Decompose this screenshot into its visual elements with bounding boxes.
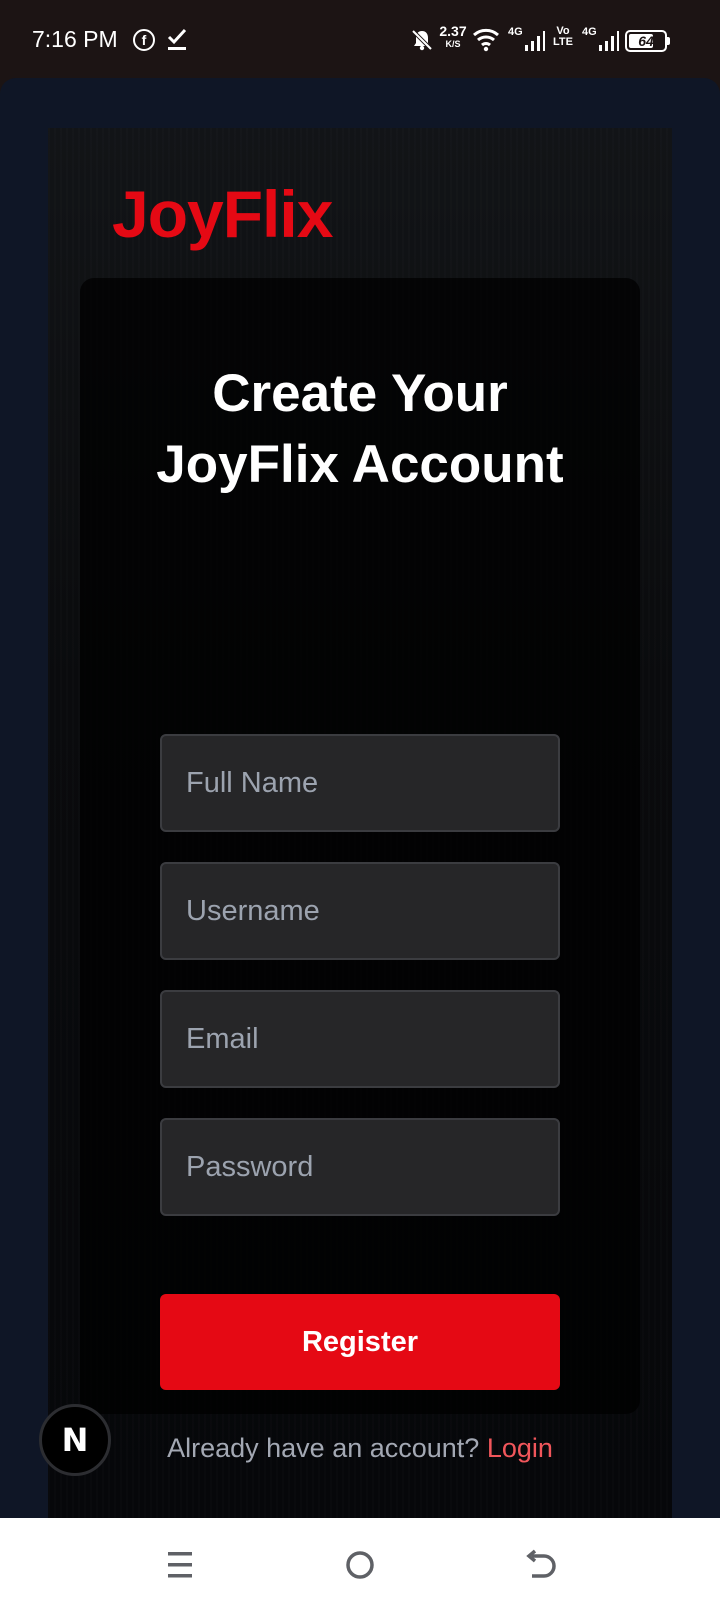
back-icon[interactable] <box>520 1548 560 1582</box>
wifi-icon <box>473 28 499 52</box>
signal1-label: 4G <box>508 26 523 38</box>
login-prompt-text: Already have an account? <box>167 1433 480 1463</box>
register-button[interactable]: Register <box>160 1294 560 1390</box>
status-time: 7:16 PM <box>32 26 118 52</box>
username-input[interactable] <box>160 862 560 960</box>
net-speed-unit: K/S <box>445 39 461 49</box>
home-icon[interactable] <box>340 1548 380 1582</box>
status-bar: 7:16 PM f 2.37 K/S 4G Vo LTE 4G 64 <box>0 0 720 80</box>
navigation-bar <box>0 1518 720 1612</box>
form-title: Create Your JoyFlix Account <box>156 364 564 494</box>
register-card: Create Your JoyFlix Account Register Alr… <box>80 278 640 1463</box>
notifications-off-icon <box>411 29 433 51</box>
dev-tools-badge[interactable]: N <box>39 1404 111 1476</box>
email-input[interactable] <box>160 990 560 1088</box>
login-link[interactable]: Login <box>487 1433 553 1463</box>
recent-apps-icon[interactable] <box>160 1548 200 1582</box>
password-input[interactable] <box>160 1118 560 1216</box>
task-check-icon <box>167 28 187 50</box>
volte-bottom: LTE <box>553 36 573 48</box>
net-speed-value: 2.37 <box>439 23 467 39</box>
battery-level: 64 <box>638 33 654 49</box>
battery-icon: 64 <box>625 30 667 52</box>
facebook-icon: f <box>133 29 155 51</box>
signal-icon <box>525 31 545 51</box>
joyflix-logo[interactable]: JoyFlix <box>112 176 333 252</box>
signal2-label: 4G <box>582 26 597 38</box>
app-surface: JoyFlix Create Your JoyFlix Account Regi… <box>0 78 720 1518</box>
page-viewport: JoyFlix Create Your JoyFlix Account Regi… <box>48 128 672 1518</box>
signal-icon-2 <box>599 31 619 51</box>
login-prompt-line: Already have an account? Login <box>80 1433 640 1464</box>
full-name-input[interactable] <box>160 734 560 832</box>
